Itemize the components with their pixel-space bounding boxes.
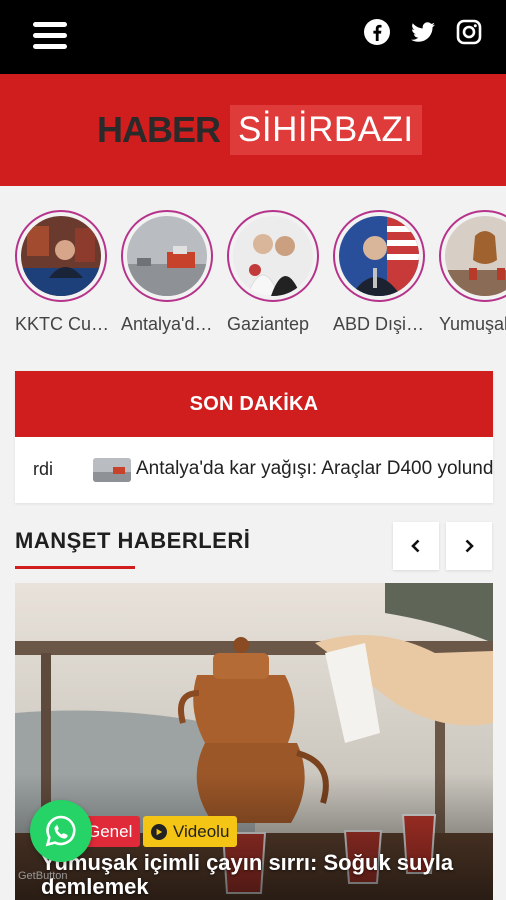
hamburger-icon[interactable] <box>33 20 67 52</box>
prev-slide-button[interactable] <box>393 522 439 570</box>
next-slide-button[interactable] <box>446 522 492 570</box>
section-title: MANŞET HABERLERİ <box>15 528 251 553</box>
story-label: Antalya'da kar <box>121 314 221 334</box>
featured-news-card[interactable]: Genel Videolu Yumuşak içimli çayın sırrı… <box>15 583 493 900</box>
twitter-icon[interactable] <box>409 18 437 46</box>
story-thumbnail <box>21 216 101 296</box>
ticker-thumbnail <box>93 458 131 482</box>
stories-carousel: KKTC Cumhurbaşkanı Antalya'da kar Gazian… <box>0 210 506 340</box>
facebook-icon[interactable] <box>363 18 391 46</box>
story-label: KKTC Cumhurbaşkanı <box>15 314 115 334</box>
story-item[interactable]: Yumuşak <box>439 210 506 335</box>
news-ticker[interactable]: rdi Antalya'da kar yağışı: Araçlar D400 … <box>15 437 493 503</box>
section-underline <box>15 566 135 569</box>
logo-text-sihirbazi: SİHİRBAZI <box>230 105 422 155</box>
story-thumbnail <box>445 216 506 296</box>
story-thumbnail <box>127 216 207 296</box>
story-item[interactable]: KKTC Cumhurbaşkanı <box>15 210 115 335</box>
story-item[interactable]: Antalya'da kar <box>121 210 221 335</box>
whatsapp-icon <box>45 815 76 847</box>
ticker-headline[interactable]: Antalya'da kar yağışı: Araçlar D400 yolu… <box>136 458 493 480</box>
story-thumbnail <box>339 216 419 296</box>
breaking-news-box: SON DAKİKA rdi Antalya'da kar yağışı: Ar… <box>15 371 493 503</box>
breaking-news-title: SON DAKİKA <box>15 371 493 437</box>
featured-news-title[interactable]: Yumuşak içimli çayın sırrı: Soğuk suyla … <box>41 851 481 899</box>
story-label: Yumuşak <box>439 314 506 334</box>
instagram-icon[interactable] <box>455 18 483 46</box>
story-item[interactable]: Gaziantep <box>227 210 327 335</box>
chevron-left-icon <box>411 539 420 553</box>
video-badge[interactable]: Videolu <box>143 816 238 847</box>
video-badge-label: Videolu <box>173 821 230 841</box>
story-label: Gaziantep <box>227 314 310 334</box>
whatsapp-button[interactable] <box>30 800 92 862</box>
getbutton-credit[interactable]: GetButton <box>18 870 68 882</box>
logo-text-haber: HABER <box>97 109 221 150</box>
site-logo[interactable]: HABER SİHİRBAZI <box>97 104 422 156</box>
ticker-prev-fragment: rdi <box>33 459 54 479</box>
story-thumbnail <box>233 216 313 296</box>
top-bar <box>0 0 506 74</box>
story-item[interactable]: ABD Dışişleri <box>333 210 433 335</box>
story-label: ABD Dışişleri <box>333 314 433 334</box>
chevron-right-icon <box>465 539 474 553</box>
play-icon <box>151 823 167 840</box>
